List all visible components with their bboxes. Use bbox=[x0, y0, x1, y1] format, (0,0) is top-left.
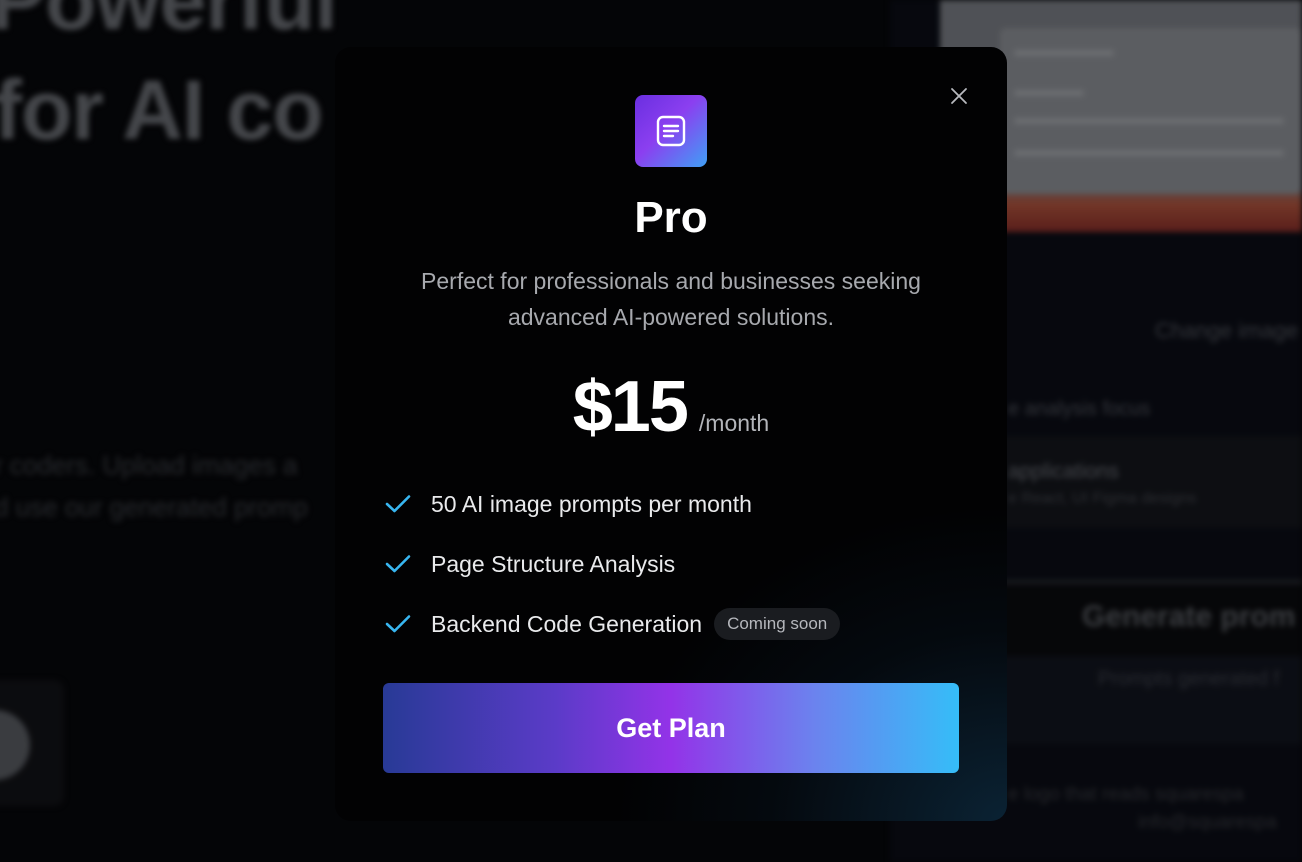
plan-title: Pro bbox=[634, 193, 708, 242]
close-button[interactable] bbox=[946, 83, 972, 109]
feature-label: 50 AI image prompts per month bbox=[431, 490, 752, 517]
feature-item: Page Structure Analysis bbox=[383, 534, 963, 594]
price-amount: $15 bbox=[572, 367, 689, 447]
check-icon bbox=[383, 489, 413, 519]
plan-icon-tile bbox=[635, 95, 707, 167]
feature-item: Backend Code Generation Coming soon bbox=[383, 594, 963, 654]
feature-label: Backend Code Generation bbox=[431, 610, 703, 637]
check-icon bbox=[383, 609, 413, 639]
close-icon bbox=[951, 88, 967, 104]
plan-description: Perfect for professionals and businesses… bbox=[421, 268, 921, 330]
feature-list: 50 AI image prompts per month Page Struc… bbox=[383, 474, 963, 654]
feature-item: 50 AI image prompts per month bbox=[383, 474, 963, 534]
price: $15/month bbox=[335, 362, 1007, 452]
check-icon bbox=[383, 549, 413, 579]
feature-label: Page Structure Analysis bbox=[431, 550, 676, 577]
get-plan-button[interactable]: Get Plan bbox=[383, 683, 959, 773]
document-icon bbox=[656, 115, 686, 147]
coming-soon-badge: Coming soon bbox=[714, 608, 841, 640]
price-period: /month bbox=[698, 410, 770, 436]
